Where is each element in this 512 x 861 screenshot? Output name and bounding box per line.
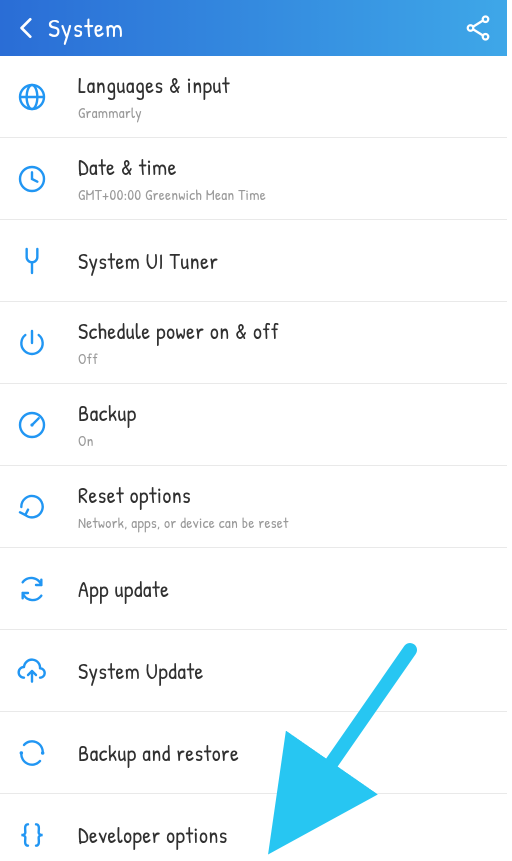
- row-reset-options[interactable]: Reset options Network, apps, or device c…: [0, 466, 507, 548]
- back-button[interactable]: [14, 15, 40, 41]
- row-system-update[interactable]: System Update: [0, 630, 507, 712]
- row-title: Backup: [78, 398, 493, 428]
- row-schedule-power[interactable]: Schedule power on & off Off: [0, 302, 507, 384]
- refresh-icon: [16, 573, 48, 605]
- row-title: Schedule power on & off: [78, 316, 493, 346]
- row-subtitle: On: [78, 430, 493, 451]
- clock-icon: [16, 163, 48, 195]
- system-settings-screen: System Languages & input: [0, 0, 507, 861]
- row-subtitle: GMT+00:00 Greenwich Mean Time: [78, 184, 493, 205]
- settings-list: Languages & input Grammarly Date & time …: [0, 56, 507, 861]
- row-subtitle: Grammarly: [78, 102, 493, 123]
- share-button[interactable]: [463, 13, 493, 43]
- row-title: Backup and restore: [78, 738, 493, 768]
- row-backup-restore[interactable]: Backup and restore: [0, 712, 507, 794]
- row-languages-input[interactable]: Languages & input Grammarly: [0, 56, 507, 138]
- row-title: System Update: [78, 656, 493, 686]
- sync-icon: [16, 737, 48, 769]
- row-subtitle: Off: [78, 348, 493, 369]
- row-title: System UI Tuner: [78, 246, 493, 276]
- row-app-update[interactable]: App update: [0, 548, 507, 630]
- row-subtitle: Network, apps, or device can be reset: [78, 512, 493, 533]
- chevron-left-icon: [14, 15, 40, 41]
- gauge-icon: [16, 409, 48, 441]
- row-title: Developer options: [78, 820, 493, 850]
- row-backup[interactable]: Backup On: [0, 384, 507, 466]
- cloud-upload-icon: [16, 655, 48, 687]
- row-title: Date & time: [78, 152, 493, 182]
- row-developer-options[interactable]: Developer options: [0, 794, 507, 861]
- row-title: Reset options: [78, 480, 493, 510]
- reset-icon: [16, 491, 48, 523]
- row-title: Languages & input: [78, 70, 493, 100]
- row-date-time[interactable]: Date & time GMT+00:00 Greenwich Mean Tim…: [0, 138, 507, 220]
- globe-icon: [16, 81, 48, 113]
- tuning-fork-icon: [16, 245, 48, 277]
- row-title: App update: [78, 574, 493, 604]
- share-icon: [463, 13, 493, 43]
- braces-icon: [16, 819, 48, 851]
- header-title: System: [48, 11, 124, 46]
- power-icon: [16, 327, 48, 359]
- app-header: System: [0, 0, 507, 56]
- row-system-ui-tuner[interactable]: System UI Tuner: [0, 220, 507, 302]
